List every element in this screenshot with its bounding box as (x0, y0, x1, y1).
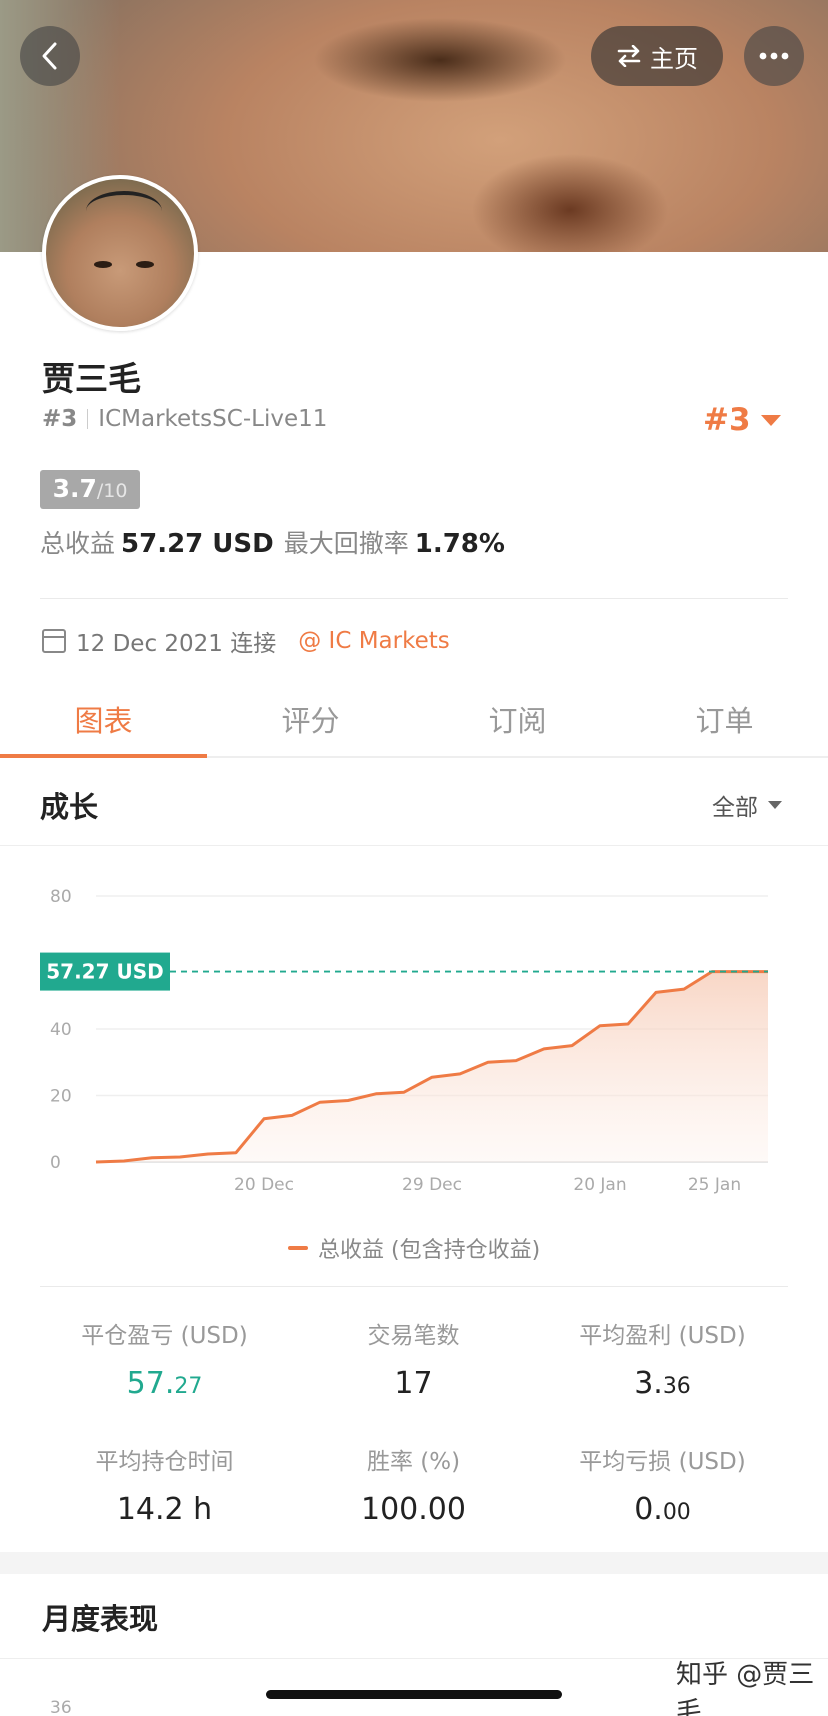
connect-date: 12 Dec 2021 连接 (76, 631, 277, 657)
metric-avg-hold-time: 平均持仓时间 14.2 h (95, 1449, 234, 1527)
more-dots-icon (759, 52, 789, 60)
growth-header: 成长 全部 (0, 760, 828, 846)
total-profit-label: 总收益 (40, 529, 116, 558)
tab-subscribe[interactable]: 订阅 (414, 676, 621, 756)
total-profit-value: 57.27 USD (121, 529, 274, 559)
metric-closed-pnl: 平仓盈亏 (USD) 57.27 (81, 1323, 248, 1401)
y-tick-label: 0 (50, 1153, 61, 1173)
more-button[interactable] (744, 26, 804, 86)
score-max: /10 (96, 480, 128, 502)
home-indicator (266, 1690, 562, 1699)
growth-chart: 0 20 40 80 57.27 USD 20 Dec 29 Dec 20 Jan 25 Jan (40, 887, 768, 1195)
tab-chart[interactable]: 图表 (0, 676, 207, 758)
calendar-icon (42, 629, 66, 653)
divider (40, 1286, 788, 1287)
swap-icon (617, 45, 641, 67)
summary-stats: 总收益 57.27 USD 最大回撤率 1.78% (40, 524, 515, 560)
metric-trade-count: 交易笔数 17 (367, 1323, 460, 1401)
y-tick-label: 40 (50, 1020, 72, 1040)
x-tick-label: 29 Dec (402, 1175, 462, 1195)
switch-home-button[interactable]: 主页 (591, 26, 723, 86)
series-area (96, 971, 768, 1162)
score-value: 3.7 (52, 474, 97, 503)
trader-name: 贾三毛 (42, 359, 141, 398)
monthly-performance-title: 月度表现 (42, 1602, 159, 1636)
monthly-y-tick: 36 (50, 1698, 72, 1716)
chart-legend: 总收益 (包含持仓收益) (288, 1232, 540, 1264)
metric-avg-profit: 平均盈利 (USD) 3.36 (579, 1323, 746, 1401)
tab-bar: 图表 评分 订阅 订单 (0, 676, 828, 758)
section-separator (0, 1552, 828, 1574)
avatar[interactable] (42, 175, 198, 331)
max-drawdown-label: 最大回撤率 (283, 529, 409, 558)
legend-swatch (288, 1246, 308, 1250)
tab-rating[interactable]: 评分 (207, 676, 414, 756)
score-badge: 3.7 /10 (40, 470, 140, 509)
metric-avg-loss: 平均亏损 (USD) 0.00 (579, 1449, 746, 1527)
broker-link[interactable]: @ IC Markets (298, 628, 450, 654)
watermark: 知乎 @贾三毛 (676, 1660, 815, 1716)
connection-info: 12 Dec 2021 连接 @ IC Markets (42, 624, 450, 658)
caret-down-icon (760, 414, 781, 426)
y-tick-label: 80 (50, 887, 72, 907)
x-tick-label: 20 Dec (234, 1175, 294, 1195)
home-label: 主页 (650, 44, 698, 73)
metric-win-rate: 胜率 (%) 100.00 (361, 1449, 466, 1527)
rank-value: #3 (703, 402, 751, 438)
divider (40, 598, 788, 599)
tab-orders[interactable]: 订单 (621, 676, 828, 756)
max-drawdown-value: 1.78% (414, 529, 505, 559)
legend-label: 总收益 (包含持仓收益) (318, 1238, 541, 1263)
rank-dropdown[interactable]: #3 (703, 402, 781, 438)
trader-profile-page: 主页 贾三毛 #3 ICMarketsSC-Live11 #3 3.7 /10 … (0, 0, 828, 1716)
rank-label: #3 (42, 406, 78, 432)
metrics-grid: 平仓盈亏 (USD) 57.27 交易笔数 17 平均盈利 (USD) 3.36… (40, 1300, 788, 1540)
x-tick-label: 20 Jan (573, 1175, 626, 1195)
x-tick-label: 25 Jan (688, 1175, 741, 1195)
y-tick-label: 20 (50, 1087, 72, 1107)
caret-down-icon (768, 801, 782, 809)
chevron-left-icon (42, 42, 57, 70)
growth-title: 成长 (40, 790, 99, 824)
rank-server-line: #3 ICMarketsSC-Live11 (42, 406, 327, 432)
range-filter-dropdown[interactable]: 全部 (712, 788, 782, 822)
range-filter-label: 全部 (712, 795, 758, 821)
current-value-label: 57.27 USD (46, 960, 163, 984)
server-name: ICMarketsSC-Live11 (98, 406, 328, 432)
back-button[interactable] (20, 26, 80, 86)
